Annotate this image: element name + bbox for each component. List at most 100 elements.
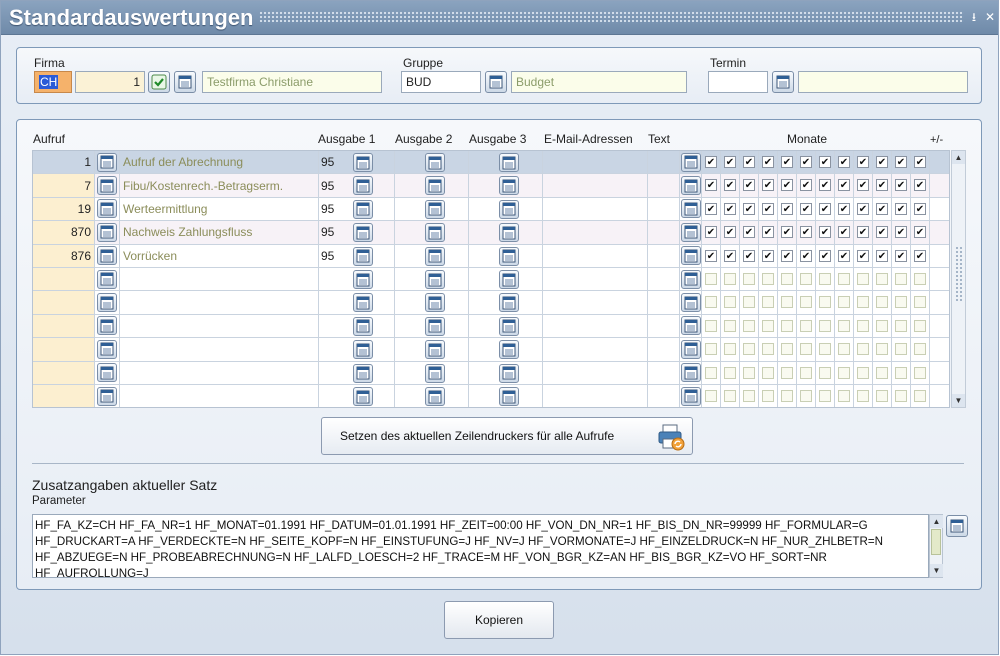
month-checkbox[interactable]	[857, 366, 869, 379]
month-checkbox[interactable]	[762, 226, 774, 239]
termin-field[interactable]	[708, 71, 768, 93]
aufruf-list-button[interactable]	[97, 199, 117, 219]
plusminus-cell[interactable]	[930, 385, 949, 407]
table-row[interactable]: 870 Nachweis Zahlungsfluss 95	[33, 221, 949, 245]
month-checkbox[interactable]	[819, 226, 831, 239]
ausgabe1-cell[interactable]: 95	[319, 174, 395, 197]
monate-list-button[interactable]	[680, 339, 701, 359]
month-checkbox[interactable]	[819, 202, 831, 215]
table-row[interactable]	[33, 338, 949, 362]
ausgabe1-cell[interactable]	[319, 361, 395, 384]
aufruf-list-button[interactable]	[97, 363, 117, 383]
month-checkbox[interactable]	[914, 343, 926, 356]
month-checkbox[interactable]	[705, 390, 717, 402]
scroll-grip[interactable]	[955, 246, 962, 302]
ausgabe1-list-button[interactable]	[353, 223, 373, 243]
plusminus-cell[interactable]	[930, 198, 949, 220]
text-cell[interactable]	[648, 338, 680, 361]
table-row[interactable]: 1 Aufruf der Abrechnung 95	[33, 151, 949, 175]
ausgabe2-cell[interactable]	[395, 314, 469, 338]
month-checkbox[interactable]	[857, 226, 869, 239]
aufruf-nr[interactable]	[33, 291, 95, 314]
month-checkbox[interactable]	[876, 390, 888, 402]
month-checkbox[interactable]	[876, 366, 888, 379]
month-checkbox[interactable]	[895, 156, 907, 168]
plusminus-cell[interactable]	[930, 268, 949, 290]
month-checkbox[interactable]	[914, 366, 926, 379]
table-row[interactable]	[33, 268, 949, 292]
month-checkbox[interactable]	[705, 202, 717, 215]
ausgabe3-list-button[interactable]	[499, 316, 519, 336]
table-row[interactable]	[33, 385, 949, 407]
month-checkbox[interactable]	[800, 366, 812, 379]
ausgabe2-list-button[interactable]	[425, 340, 445, 360]
month-checkbox[interactable]	[857, 390, 869, 402]
month-checkbox[interactable]	[724, 366, 736, 379]
month-checkbox[interactable]	[800, 273, 812, 285]
month-checkbox[interactable]	[781, 156, 793, 168]
month-checkbox[interactable]	[781, 273, 793, 285]
ausgabe3-cell[interactable]	[469, 221, 543, 244]
ausgabe2-list-button[interactable]	[425, 199, 445, 219]
email-cell[interactable]	[543, 361, 648, 384]
firma-list-button[interactable]	[174, 71, 196, 93]
month-checkbox[interactable]	[781, 366, 793, 379]
month-checkbox[interactable]	[762, 202, 774, 215]
email-cell[interactable]	[543, 197, 648, 221]
ausgabe1-list-button[interactable]	[353, 176, 373, 196]
ausgabe3-cell[interactable]	[469, 338, 543, 361]
ausgabe1-list-button[interactable]	[353, 363, 373, 383]
month-checkbox[interactable]	[819, 156, 831, 168]
ausgabe2-cell[interactable]	[395, 338, 469, 361]
month-checkbox[interactable]	[762, 296, 774, 309]
param-scroll-down-icon[interactable]: ▼	[930, 564, 943, 577]
table-row[interactable]	[33, 361, 949, 385]
ausgabe1-list-button[interactable]	[353, 340, 373, 360]
month-checkbox[interactable]	[857, 249, 869, 262]
month-checkbox[interactable]	[895, 366, 907, 379]
month-checkbox[interactable]	[743, 273, 755, 285]
month-checkbox[interactable]	[914, 319, 926, 332]
month-checkbox[interactable]	[781, 179, 793, 192]
month-checkbox[interactable]	[819, 273, 831, 285]
monate-list-button[interactable]	[680, 199, 701, 219]
month-checkbox[interactable]	[895, 179, 907, 192]
scroll-down-icon[interactable]: ▼	[952, 394, 965, 407]
ausgabe2-cell[interactable]	[395, 291, 469, 314]
month-checkbox[interactable]	[705, 343, 717, 356]
month-checkbox[interactable]	[819, 343, 831, 356]
month-checkbox[interactable]	[724, 179, 736, 192]
monate-list-button[interactable]	[680, 293, 701, 313]
monate-list-button[interactable]	[680, 363, 701, 383]
month-checkbox[interactable]	[857, 343, 869, 356]
aufruf-list-button[interactable]	[97, 386, 117, 406]
month-checkbox[interactable]	[762, 179, 774, 192]
plusminus-cell[interactable]	[930, 338, 949, 360]
month-checkbox[interactable]	[895, 273, 907, 285]
month-checkbox[interactable]	[838, 226, 850, 239]
email-cell[interactable]	[543, 174, 648, 197]
month-checkbox[interactable]	[743, 343, 755, 356]
ausgabe3-cell[interactable]	[469, 268, 543, 291]
month-checkbox[interactable]	[724, 226, 736, 239]
ausgabe2-list-button[interactable]	[425, 316, 445, 336]
month-checkbox[interactable]	[781, 296, 793, 309]
month-checkbox[interactable]	[876, 273, 888, 285]
plusminus-cell[interactable]	[930, 245, 949, 267]
aufruf-nr[interactable]	[33, 268, 95, 291]
aufruf-nr[interactable]	[33, 361, 95, 384]
plusminus-cell[interactable]	[930, 221, 949, 243]
month-checkbox[interactable]	[857, 179, 869, 192]
month-checkbox[interactable]	[895, 319, 907, 332]
aufruf-nr[interactable]	[33, 314, 95, 338]
ausgabe3-cell[interactable]	[469, 314, 543, 338]
aufruf-list-button[interactable]	[97, 339, 117, 359]
month-checkbox[interactable]	[876, 343, 888, 356]
month-checkbox[interactable]	[857, 202, 869, 215]
aufruf-list-button[interactable]	[97, 316, 117, 336]
ausgabe2-cell[interactable]	[395, 244, 469, 267]
ausgabe2-list-button[interactable]	[425, 363, 445, 383]
month-checkbox[interactable]	[724, 319, 736, 332]
month-checkbox[interactable]	[743, 390, 755, 402]
minimize-icon[interactable]: ⭳	[967, 10, 981, 24]
